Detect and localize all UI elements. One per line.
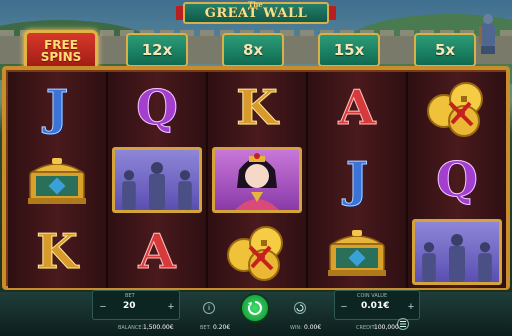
symbol-letter-text: Q bbox=[136, 80, 179, 136]
princess-icon bbox=[208, 144, 306, 216]
symbol-tile bbox=[212, 147, 302, 213]
coin-value: 0.01€ bbox=[361, 301, 390, 311]
reel: K bbox=[208, 72, 306, 288]
spin-button[interactable] bbox=[240, 293, 270, 323]
symbol-letter-a: A bbox=[308, 72, 406, 144]
symbol-letter-text: A bbox=[338, 80, 376, 136]
reels-frame: JKQAKAJQ bbox=[2, 66, 510, 290]
symbol-tile bbox=[412, 219, 502, 285]
bet-value: 20 bbox=[123, 301, 136, 311]
symbol-letter-text: Q bbox=[436, 152, 479, 208]
info-icon: i bbox=[208, 304, 210, 312]
autoplay-icon bbox=[296, 304, 304, 312]
treasure-chest-icon bbox=[8, 144, 106, 216]
info-button[interactable]: i bbox=[203, 302, 215, 314]
symbol-letter-k: K bbox=[8, 216, 106, 288]
multiplier-value: 12x bbox=[141, 41, 173, 59]
reels-area: JKQAKAJQ bbox=[8, 72, 506, 288]
symbol-letter-k: K bbox=[208, 72, 306, 144]
minus-icon: − bbox=[340, 301, 348, 313]
balance-label: BALANCE: bbox=[118, 325, 144, 331]
menu-icon bbox=[400, 321, 406, 327]
reel: AJ bbox=[308, 72, 406, 288]
reel: Q bbox=[408, 72, 506, 288]
bet-increase-button[interactable]: + bbox=[164, 300, 178, 314]
footer-bet-value: 0.20€ bbox=[213, 324, 231, 331]
minus-icon: − bbox=[99, 301, 107, 313]
coin-increase-button[interactable]: + bbox=[404, 300, 418, 314]
balance-value: 1,500.00€ bbox=[143, 324, 174, 331]
credit-value: 100,000 bbox=[374, 324, 399, 331]
terracotta-warriors-icon bbox=[108, 144, 206, 216]
symbol-letter-text: J bbox=[45, 80, 69, 136]
plus-icon: + bbox=[167, 301, 175, 313]
symbol-tile bbox=[112, 147, 202, 213]
bet-label: BET bbox=[125, 293, 135, 299]
multiplier-value: 5x bbox=[434, 41, 456, 59]
game-stage: GREAT WALL The FREE SPINS 12x 8x 15x 5x … bbox=[0, 0, 512, 336]
symbol-letter-q: Q bbox=[408, 144, 506, 216]
symbol-letter-text: J bbox=[345, 152, 369, 208]
multiplier-badge: 12x bbox=[126, 33, 188, 67]
footer-bet-label: BET: bbox=[200, 325, 211, 331]
symbol-letter-q: Q bbox=[108, 72, 206, 144]
gold-coins-icon bbox=[208, 216, 306, 288]
symbol-letter-text: A bbox=[138, 224, 176, 280]
credit-label: CREDIT: bbox=[356, 325, 376, 331]
plus-icon: + bbox=[407, 301, 415, 313]
autoplay-button[interactable] bbox=[294, 302, 306, 314]
treasure-chest-icon bbox=[308, 216, 406, 288]
multiplier-value: 15x bbox=[333, 41, 365, 59]
reel: QA bbox=[108, 72, 206, 288]
spin-icon bbox=[247, 301, 262, 315]
warrior-statue-icon bbox=[476, 12, 500, 56]
multiplier-badge: 5x bbox=[414, 33, 476, 67]
multiplier-badge: 15x bbox=[318, 33, 380, 67]
terracotta-warriors-icon bbox=[408, 216, 506, 288]
multiplier-badge: 8x bbox=[222, 33, 284, 67]
symbol-letter-text: K bbox=[36, 224, 79, 280]
symbol-letter-j: J bbox=[8, 72, 106, 144]
bet-decrease-button[interactable]: − bbox=[96, 300, 110, 314]
reel: JK bbox=[8, 72, 106, 288]
win-label: WIN: bbox=[290, 325, 302, 331]
multiplier-value: 8x bbox=[242, 41, 264, 59]
coin-decrease-button[interactable]: − bbox=[337, 300, 351, 314]
free-spins-label-line2: SPINS bbox=[40, 50, 82, 64]
symbol-letter-text: K bbox=[236, 80, 279, 136]
coin-value-label: COIN VALUE bbox=[357, 293, 388, 299]
win-value: 0.00€ bbox=[304, 324, 322, 331]
gold-coins-icon bbox=[408, 72, 506, 144]
game-title-prefix: The bbox=[248, 0, 263, 9]
symbol-letter-j: J bbox=[308, 144, 406, 216]
symbol-letter-a: A bbox=[108, 216, 206, 288]
